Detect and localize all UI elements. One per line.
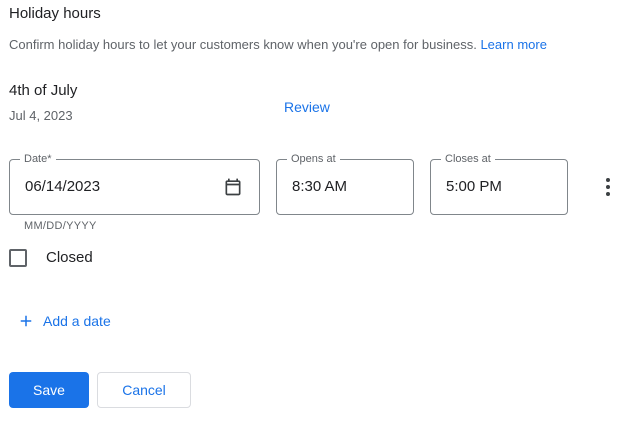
- date-field-label: Date*: [20, 152, 56, 166]
- plus-icon: [20, 315, 32, 327]
- description-text: Confirm holiday hours to let your custom…: [9, 37, 477, 52]
- closes-at-value[interactable]: 5:00 PM: [446, 178, 502, 195]
- cancel-button[interactable]: Cancel: [97, 372, 191, 408]
- closes-at-field[interactable]: Closes at 5:00 PM: [430, 152, 568, 215]
- review-link[interactable]: Review: [284, 99, 330, 115]
- date-field-value[interactable]: 06/14/2023: [25, 178, 100, 195]
- date-format-hint: MM/DD/YYYY: [24, 220, 97, 232]
- date-field[interactable]: Date* 06/14/2023: [9, 152, 260, 215]
- add-date-label: Add a date: [43, 313, 111, 329]
- closes-at-label: Closes at: [441, 152, 495, 166]
- holiday-name: 4th of July: [9, 82, 78, 99]
- more-vert-icon[interactable]: [598, 176, 618, 198]
- opens-at-value[interactable]: 8:30 AM: [292, 178, 347, 195]
- opens-at-label: Opens at: [287, 152, 340, 166]
- holiday-date: Jul 4, 2023: [9, 108, 73, 123]
- closed-checkbox[interactable]: [9, 249, 27, 267]
- closed-label: Closed: [46, 249, 93, 266]
- save-button[interactable]: Save: [9, 372, 89, 408]
- learn-more-link[interactable]: Learn more: [480, 37, 546, 52]
- calendar-icon[interactable]: [223, 177, 243, 197]
- section-title: Holiday hours: [9, 5, 101, 22]
- section-description: Confirm holiday hours to let your custom…: [9, 37, 547, 52]
- add-date-button[interactable]: Add a date: [17, 310, 111, 332]
- opens-at-field[interactable]: Opens at 8:30 AM: [276, 152, 414, 215]
